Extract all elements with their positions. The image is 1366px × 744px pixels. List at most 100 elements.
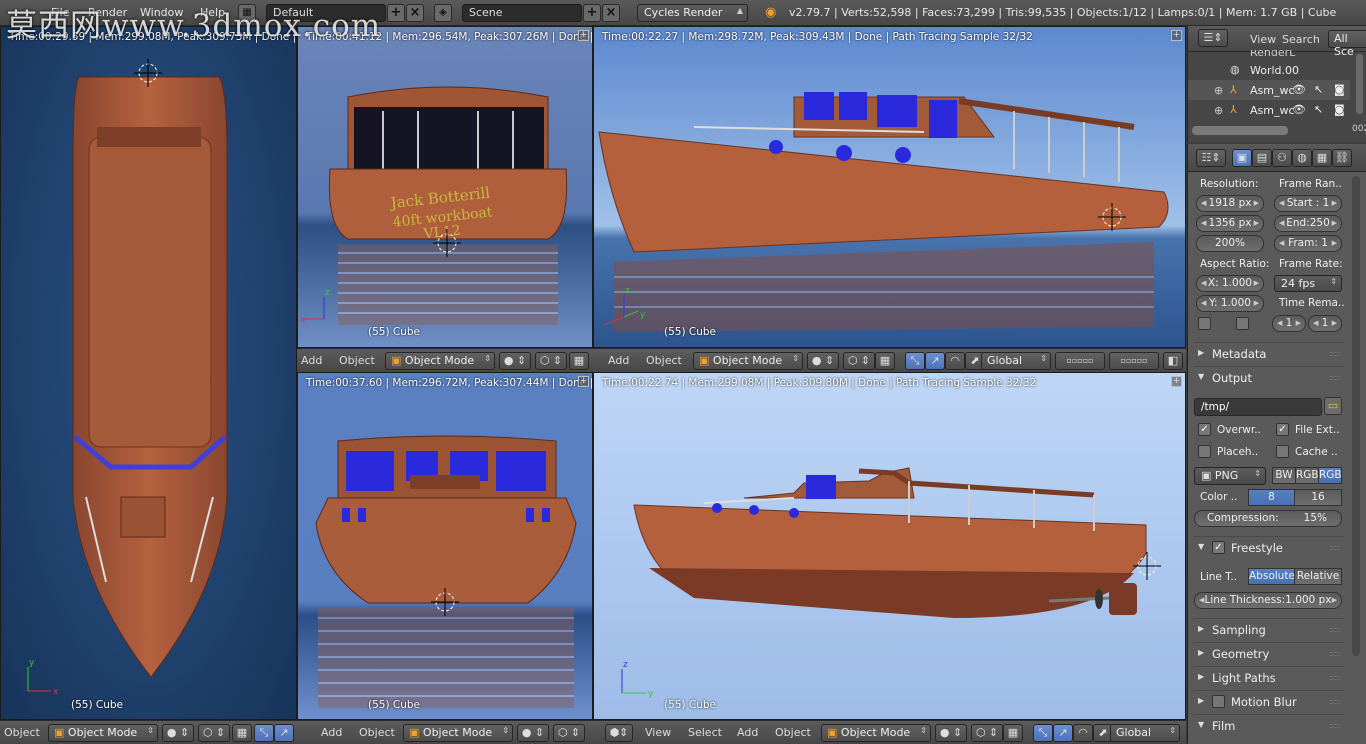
- outliner-row-asm1[interactable]: ⊕ ⅄ Asm_wc 👁 ↖ ◙: [1188, 80, 1350, 100]
- expand-icon[interactable]: +: [1171, 30, 1182, 41]
- object-tab-icon[interactable]: ▦: [1312, 149, 1332, 167]
- menu-search[interactable]: Search: [1282, 33, 1320, 46]
- cursor-icon[interactable]: ↖: [1314, 103, 1323, 116]
- pivot-dropdown[interactable]: ⬡ ⇕: [198, 724, 230, 742]
- file-ext-checkbox[interactable]: ✓: [1276, 423, 1289, 436]
- shading-dropdown[interactable]: ● ⇕: [517, 724, 549, 742]
- constraints-tab-icon[interactable]: ⛓: [1332, 149, 1352, 167]
- frame-end-field[interactable]: ◀ End:250 ▶: [1274, 215, 1342, 232]
- menu-select[interactable]: Select: [688, 726, 722, 739]
- add-scene-button[interactable]: +: [583, 4, 601, 22]
- folder-icon[interactable]: ▭: [1324, 397, 1342, 415]
- output-section[interactable]: ▼ Output: [1194, 366, 1344, 388]
- menu-add[interactable]: Add: [301, 354, 322, 367]
- pivot-dropdown[interactable]: ⬡ ⇕: [843, 352, 875, 370]
- rotate-icon[interactable]: ◠: [945, 352, 965, 370]
- translate-icon[interactable]: ↗: [1053, 724, 1073, 742]
- manipulator-icon[interactable]: ⤡: [1033, 724, 1053, 742]
- menu-view[interactable]: View: [1250, 33, 1276, 46]
- outliner-row-renderlayers[interactable]: RenderL: [1188, 50, 1350, 60]
- mode-dropdown[interactable]: ▣ Object Mode ⇕: [821, 724, 931, 742]
- camera-icon[interactable]: ◙: [1334, 103, 1345, 116]
- cursor-icon[interactable]: ↖: [1314, 83, 1323, 96]
- line-thickness-field[interactable]: ◀ Line Thickness:1.000 px ▶: [1194, 592, 1342, 609]
- shading-dropdown[interactable]: ● ⇕: [162, 724, 194, 742]
- editor-type-icon[interactable]: ⬢⇕: [605, 724, 633, 742]
- expand-icon[interactable]: +: [1171, 376, 1182, 387]
- menu-add[interactable]: Add: [737, 726, 758, 739]
- absolute-button[interactable]: Absolute: [1248, 568, 1295, 585]
- drag-grip-icon[interactable]: [1330, 376, 1340, 380]
- eye-icon[interactable]: 👁: [1292, 83, 1306, 96]
- editor-type-icon[interactable]: ☷⇕: [1196, 149, 1226, 167]
- menu-object[interactable]: Object: [359, 726, 395, 739]
- add-layout-button[interactable]: +: [387, 4, 405, 22]
- drag-grip-icon[interactable]: [1330, 628, 1340, 632]
- layers-icon[interactable]: ▦: [1003, 724, 1023, 742]
- camera-icon[interactable]: ◙: [1334, 83, 1345, 96]
- menu-add[interactable]: Add: [608, 354, 629, 367]
- depth-16-button[interactable]: 16: [1294, 489, 1342, 506]
- color-bw-button[interactable]: BW: [1272, 467, 1296, 484]
- compression-slider[interactable]: Compression: 15%: [1194, 510, 1342, 527]
- scene-tab-icon[interactable]: ⚇: [1272, 149, 1292, 167]
- menu-add[interactable]: Add: [321, 726, 342, 739]
- rotate-icon[interactable]: ◠: [1073, 724, 1093, 742]
- manipulator-icon[interactable]: ⤡: [254, 724, 274, 742]
- output-path-input[interactable]: /tmp/: [1194, 398, 1322, 416]
- outliner-vscrollbar[interactable]: [1356, 54, 1363, 114]
- drag-grip-icon[interactable]: [1330, 700, 1340, 704]
- metadata-section[interactable]: ▶ Metadata: [1194, 342, 1344, 364]
- expand-icon[interactable]: ⊕: [1214, 84, 1223, 97]
- resolution-x-field[interactable]: ◀ 1918 px ▶: [1196, 195, 1264, 212]
- motion-blur-checkbox[interactable]: [1212, 695, 1225, 708]
- freestyle-section[interactable]: ▼ ✓ Freestyle: [1194, 536, 1344, 558]
- file-format-dropdown[interactable]: ▣ PNG ⇕: [1194, 467, 1266, 485]
- layers-icon[interactable]: ▦: [232, 724, 252, 742]
- scene-layers-grid-2[interactable]: ▫▫▫▫▫: [1109, 352, 1159, 370]
- pivot-dropdown[interactable]: ⬡ ⇕: [971, 724, 1003, 742]
- frame-start-field[interactable]: ◀ Start : 1 ▶: [1274, 195, 1342, 212]
- resolution-percent-slider[interactable]: 200%: [1196, 235, 1264, 252]
- shading-dropdown[interactable]: ● ⇕: [935, 724, 967, 742]
- outliner-row-world[interactable]: ◍ World.00: [1188, 60, 1350, 80]
- mode-dropdown[interactable]: ▣ Object Mode ⇕: [403, 724, 513, 742]
- orientation-dropdown[interactable]: Global ⇕: [981, 352, 1051, 370]
- render-engine-dropdown[interactable]: Cycles Render ▲: [637, 4, 748, 22]
- scene-layers-grid[interactable]: ▫▫▫▫▫: [1055, 352, 1105, 370]
- menu-object[interactable]: Object: [339, 354, 375, 367]
- orientation-dropdown[interactable]: Global ⇕: [1110, 724, 1180, 742]
- depth-8-button[interactable]: 8: [1248, 489, 1295, 506]
- border-checkbox[interactable]: [1198, 317, 1211, 330]
- viewport-stern-view[interactable]: Jack Botterill 40ft workboat VL12 zx Tim…: [297, 26, 593, 348]
- placeholders-checkbox[interactable]: [1198, 445, 1211, 458]
- world-tab-icon[interactable]: ◍: [1292, 149, 1312, 167]
- translate-icon[interactable]: ↗: [274, 724, 294, 742]
- translate-icon[interactable]: ↗: [925, 352, 945, 370]
- render-tab-icon[interactable]: ▣: [1232, 149, 1252, 167]
- cache-checkbox[interactable]: [1276, 445, 1289, 458]
- sampling-section[interactable]: ▶ Sampling: [1194, 618, 1344, 640]
- mode-dropdown[interactable]: ▣ Object Mode ⇕: [48, 724, 158, 742]
- menu-object[interactable]: Object: [775, 726, 811, 739]
- drag-grip-icon[interactable]: [1330, 546, 1340, 550]
- viewport-bow-view[interactable]: Time:00:37.60 | Mem:296.72M, Peak:307.44…: [297, 372, 593, 720]
- viewport-side-view[interactable]: zy Time:00:22.74 | Mem:299.08M | Peak:30…: [593, 372, 1186, 720]
- resolution-y-field[interactable]: ◀ 1356 px ▶: [1196, 215, 1264, 232]
- layers-tab-icon[interactable]: ▤: [1252, 149, 1272, 167]
- frame-step-field[interactable]: ◀ Fram: 1 ▶: [1274, 235, 1342, 252]
- properties-scrollbar[interactable]: [1352, 176, 1360, 656]
- pivot-dropdown[interactable]: ⬡ ⇕: [553, 724, 585, 742]
- crop-checkbox[interactable]: [1236, 317, 1249, 330]
- remove-scene-button[interactable]: ×: [602, 4, 620, 22]
- render-preview-icon[interactable]: ◧: [1163, 352, 1183, 370]
- menu-object[interactable]: Object: [4, 726, 40, 739]
- geometry-section[interactable]: ▶ Geometry: [1194, 642, 1344, 664]
- layers-icon[interactable]: ▦: [569, 352, 589, 370]
- freestyle-checkbox[interactable]: ✓: [1212, 541, 1225, 554]
- menu-object[interactable]: Object: [646, 354, 682, 367]
- scene-field[interactable]: Scene: [462, 4, 582, 22]
- drag-grip-icon[interactable]: [1330, 676, 1340, 680]
- viewport-top-view[interactable]: yx Time:00:29.59 | Mem:299.08M, Peak:309…: [0, 26, 297, 720]
- remap-new-field[interactable]: ◀ 1 ▶: [1308, 315, 1342, 332]
